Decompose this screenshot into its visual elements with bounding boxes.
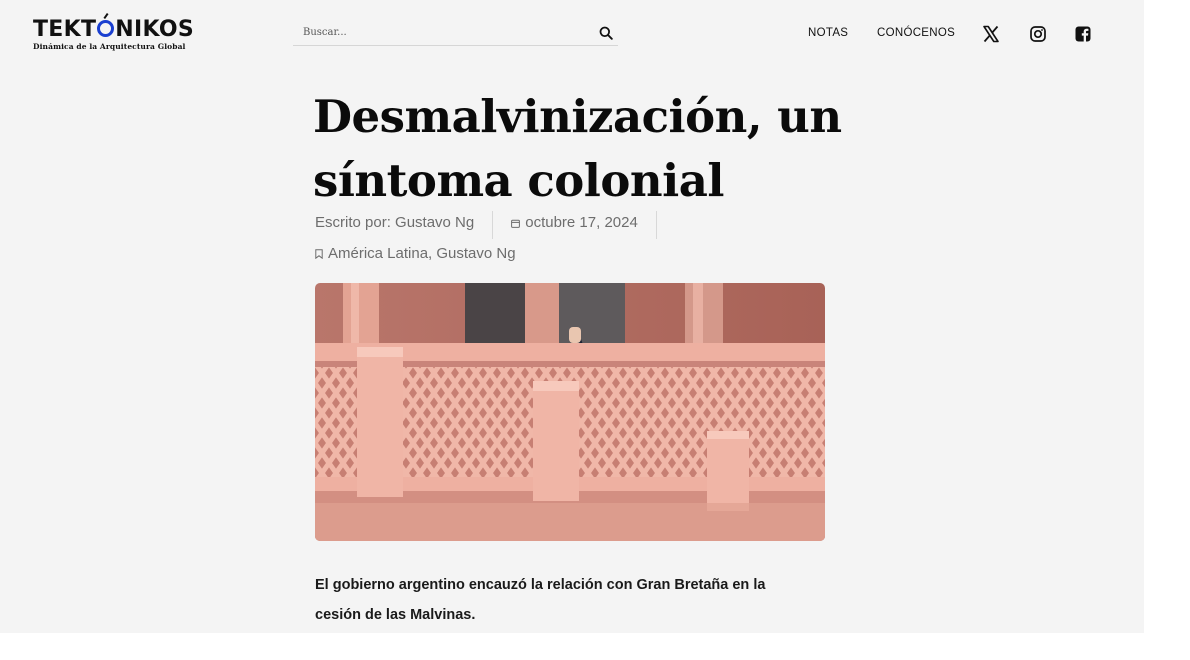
page: TEKT NIKOS Dinámica de la Arquitectura Gl… (0, 0, 1144, 633)
balcony-photo (315, 283, 825, 541)
article-categories: América Latina, Gustavo Ng (315, 245, 516, 262)
nav-notas[interactable]: NOTAS (808, 27, 848, 39)
article-title-line-1: Desmalvinización, un (313, 90, 842, 143)
logo-text-start: TEKT (33, 17, 97, 42)
logo-tagline: Dinámica de la Arquitectura Global (33, 42, 186, 51)
article-lead-line-1: El gobierno argentino encauzó la relació… (315, 577, 766, 593)
calendar-icon (511, 219, 521, 228)
article-hero-image (315, 283, 825, 541)
search-input[interactable] (303, 27, 583, 38)
search-bar (293, 24, 618, 46)
article-date: octubre 17, 2024 (493, 211, 657, 239)
nav-conocenos[interactable]: CONÓCENOS (877, 27, 955, 39)
facebook-icon[interactable] (1074, 25, 1092, 43)
search-icon[interactable] (599, 26, 613, 40)
article-lead: El gobierno argentino encauzó la relació… (315, 570, 815, 630)
article-meta: Escrito por: Gustavo Ng octubre 17, 2024 (315, 211, 657, 239)
site-logo[interactable]: TEKT NIKOS Dinámica de la Arquitectura Gl… (33, 18, 213, 52)
logo-wordmark: TEKT NIKOS (33, 18, 213, 42)
instagram-icon[interactable] (1029, 25, 1047, 43)
article-author[interactable]: Escrito por: Gustavo Ng (315, 211, 494, 239)
logo-text-end: NIKOS (115, 17, 195, 42)
logo-o-mark (97, 20, 115, 37)
bookmark-icon (315, 248, 323, 259)
article-date-text: octubre 17, 2024 (525, 214, 638, 231)
x-icon[interactable] (982, 25, 1000, 43)
article-lead-line-2: cesión de las Malvinas. (315, 607, 476, 623)
article-title: Desmalvinización, un síntoma colonial (313, 85, 873, 213)
article-title-line-2: síntoma colonial (313, 154, 724, 207)
article-categories-text[interactable]: América Latina, Gustavo Ng (328, 245, 516, 262)
